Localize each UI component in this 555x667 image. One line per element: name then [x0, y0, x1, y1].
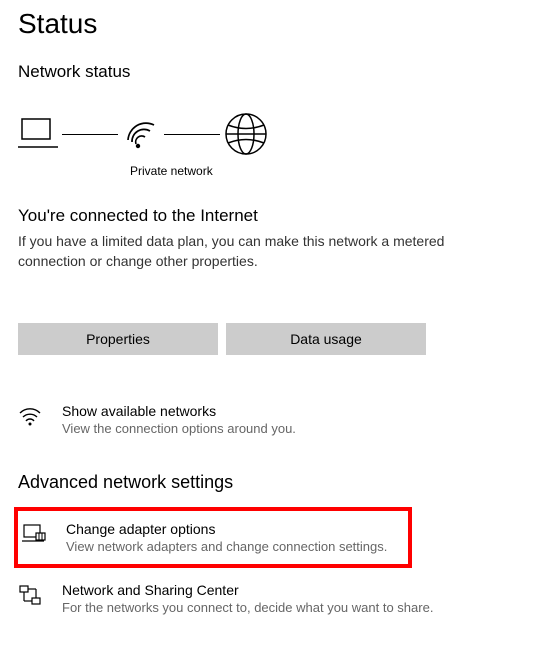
- page-title: Status: [18, 8, 537, 40]
- link-title: Network and Sharing Center: [62, 582, 433, 598]
- advanced-heading: Advanced network settings: [18, 472, 537, 493]
- network-type-label: Private network: [130, 164, 537, 178]
- change-adapter-options[interactable]: Change adapter options View network adap…: [18, 515, 408, 560]
- globe-icon: [224, 112, 268, 156]
- highlight-box: Change adapter options View network adap…: [14, 507, 412, 568]
- connection-line: [164, 134, 220, 135]
- show-available-networks[interactable]: Show available networks View the connect…: [18, 397, 537, 442]
- link-title: Show available networks: [62, 403, 296, 419]
- wifi-small-icon: [18, 403, 46, 427]
- computer-icon: [18, 117, 58, 151]
- link-desc: For the networks you connect to, decide …: [62, 600, 433, 615]
- link-title: Change adapter options: [66, 521, 387, 537]
- connection-body: If you have a limited data plan, you can…: [18, 232, 458, 271]
- link-desc: View the connection options around you.: [62, 421, 296, 436]
- network-sharing-center[interactable]: Network and Sharing Center For the netwo…: [18, 576, 537, 621]
- button-row: Properties Data usage: [18, 323, 537, 355]
- data-usage-button[interactable]: Data usage: [226, 323, 426, 355]
- link-desc: View network adapters and change connect…: [66, 539, 387, 554]
- connection-line: [62, 134, 118, 135]
- sharing-icon: [18, 582, 46, 608]
- network-status-heading: Network status: [18, 62, 537, 82]
- properties-button[interactable]: Properties: [18, 323, 218, 355]
- network-diagram: [18, 90, 537, 164]
- wifi-icon: [122, 118, 160, 150]
- connection-heading: You're connected to the Internet: [18, 206, 537, 226]
- adapter-icon: [22, 521, 50, 545]
